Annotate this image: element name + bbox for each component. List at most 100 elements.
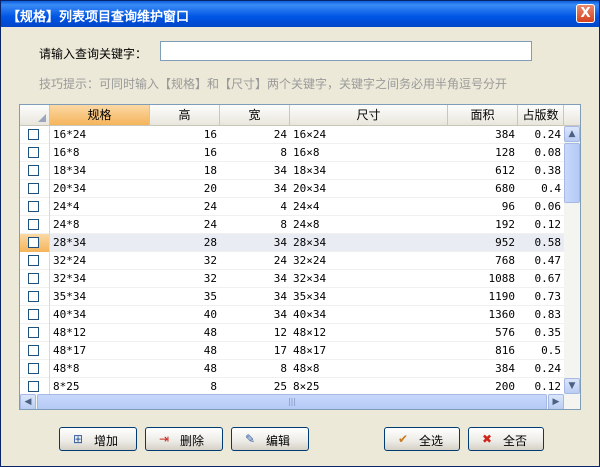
cell-height: 48 xyxy=(203,344,217,357)
cell-size: 24×4 xyxy=(293,200,320,213)
delete-button[interactable]: ⇥ 删除 xyxy=(145,427,223,451)
row-checkbox[interactable] xyxy=(28,309,39,320)
delete-row-icon: ⇥ xyxy=(158,432,170,446)
cell-height: 40 xyxy=(203,308,217,321)
row-checkbox[interactable] xyxy=(28,345,39,356)
scroll-right-icon[interactable]: ▶ xyxy=(548,394,564,409)
row-indicator[interactable] xyxy=(20,234,50,252)
cell-size: 8×25 xyxy=(293,380,320,393)
cell-spec: 24*8 xyxy=(53,218,80,231)
data-grid[interactable]: 规格 高 宽 尺寸 面积 占版数 16*24 16 24 16×24 384 0.24 16… xyxy=(19,104,581,410)
row-indicator[interactable] xyxy=(20,144,50,162)
row-checkbox[interactable] xyxy=(28,327,39,338)
scroll-up-icon[interactable]: ▲ xyxy=(564,126,580,142)
cell-ratio: 0.73 xyxy=(534,290,562,303)
table-row[interactable]: 16*24 16 24 16×24 384 0.24 xyxy=(20,126,564,144)
cell-area: 952 xyxy=(495,236,515,249)
cell-ratio: 0.83 xyxy=(534,308,562,321)
row-checkbox[interactable] xyxy=(28,183,39,194)
row-indicator[interactable] xyxy=(20,324,50,342)
row-indicator[interactable] xyxy=(20,216,50,234)
close-button[interactable]: X xyxy=(576,4,595,23)
row-indicator[interactable] xyxy=(20,306,50,324)
header-height[interactable]: 高 xyxy=(150,105,220,125)
cell-spec: 40*34 xyxy=(53,308,87,321)
header-ratio[interactable]: 占版数 xyxy=(518,105,564,125)
cell-width: 34 xyxy=(273,272,287,285)
header-width[interactable]: 宽 xyxy=(220,105,290,125)
row-checkbox[interactable] xyxy=(28,219,39,230)
horizontal-scrollbar[interactable]: ◀ ||| ▶ xyxy=(20,394,580,409)
row-checkbox[interactable] xyxy=(28,237,39,248)
row-checkbox[interactable] xyxy=(28,147,39,158)
main-window: 【规格】列表项目查询维护窗口 X 请输入查询关键字： 技巧提示：可同时输入【规格… xyxy=(0,0,600,467)
row-indicator[interactable] xyxy=(20,342,50,360)
scroll-left-icon[interactable]: ◀ xyxy=(20,394,36,409)
row-checkbox[interactable] xyxy=(28,363,39,374)
cell-height: 28 xyxy=(203,236,217,249)
select-all-button[interactable]: ✔ 全选 xyxy=(384,427,460,451)
vertical-scrollbar[interactable]: ▲ ▼ xyxy=(564,126,580,394)
cell-height: 48 xyxy=(203,362,217,375)
row-indicator[interactable] xyxy=(20,126,50,144)
grid-rows: 16*24 16 24 16×24 384 0.24 16*8 16 8 16×8 128 0.08 1… xyxy=(20,126,564,394)
row-indicator[interactable] xyxy=(20,378,50,394)
row-indicator[interactable] xyxy=(20,252,50,270)
title-bar[interactable]: 【规格】列表项目查询维护窗口 X xyxy=(1,1,599,27)
row-indicator[interactable] xyxy=(20,270,50,288)
table-row[interactable]: 18*34 18 34 18×34 612 0.38 xyxy=(20,162,564,180)
cell-spec: 48*17 xyxy=(53,344,87,357)
row-indicator[interactable] xyxy=(20,198,50,216)
table-row[interactable]: 48*17 48 17 48×17 816 0.5 xyxy=(20,342,564,360)
table-row[interactable]: 48*8 48 8 48×8 384 0.24 xyxy=(20,360,564,378)
table-row[interactable]: 32*34 32 34 32×34 1088 0.67 xyxy=(20,270,564,288)
table-row[interactable]: 48*12 48 12 48×12 576 0.35 xyxy=(20,324,564,342)
table-row[interactable]: 24*8 24 8 24×8 192 0.12 xyxy=(20,216,564,234)
cell-ratio: 0.4 xyxy=(541,182,561,195)
header-size[interactable]: 尺寸 xyxy=(290,105,448,125)
vertical-scroll-thumb[interactable] xyxy=(564,143,580,203)
row-indicator[interactable] xyxy=(20,360,50,378)
cell-area: 192 xyxy=(495,218,515,231)
row-checkbox[interactable] xyxy=(28,201,39,212)
row-indicator[interactable] xyxy=(20,180,50,198)
edit-button[interactable]: ✎ 编辑 xyxy=(231,427,309,451)
cell-size: 48×8 xyxy=(293,362,320,375)
cell-area: 384 xyxy=(495,362,515,375)
cell-height: 18 xyxy=(203,164,217,177)
cell-width: 8 xyxy=(280,362,287,375)
table-row[interactable]: 16*8 16 8 16×8 128 0.08 xyxy=(20,144,564,162)
search-input[interactable] xyxy=(160,41,532,61)
row-indicator[interactable] xyxy=(20,162,50,180)
cell-width: 34 xyxy=(273,290,287,303)
cell-size: 32×34 xyxy=(293,272,327,285)
add-button[interactable]: ⊞ 增加 xyxy=(59,427,137,451)
table-row[interactable]: 20*34 20 34 20×34 680 0.4 xyxy=(20,180,564,198)
table-row[interactable]: 32*24 32 24 32×24 768 0.47 xyxy=(20,252,564,270)
deselect-all-button[interactable]: ✖ 全否 xyxy=(468,427,544,451)
cell-spec: 48*8 xyxy=(53,362,80,375)
table-row[interactable]: 40*34 40 34 40×34 1360 0.83 xyxy=(20,306,564,324)
row-checkbox[interactable] xyxy=(28,165,39,176)
horizontal-scroll-thumb[interactable]: ||| xyxy=(37,394,547,409)
row-checkbox[interactable] xyxy=(28,381,39,392)
header-area[interactable]: 面积 xyxy=(448,105,518,125)
header-spec[interactable]: 规格 xyxy=(50,105,150,125)
row-checkbox[interactable] xyxy=(28,255,39,266)
cell-spec: 18*34 xyxy=(53,164,87,177)
row-indicator[interactable] xyxy=(20,288,50,306)
table-row[interactable]: 35*34 35 34 35×34 1190 0.73 xyxy=(20,288,564,306)
cell-width: 17 xyxy=(273,344,287,357)
select-all-corner[interactable] xyxy=(20,105,50,125)
table-row[interactable]: 8*25 8 25 8×25 200 0.12 xyxy=(20,378,564,394)
cell-spec: 35*34 xyxy=(53,290,87,303)
cell-ratio: 0.08 xyxy=(534,146,562,159)
row-checkbox[interactable] xyxy=(28,291,39,302)
table-row[interactable]: 28*34 28 34 28×34 952 0.58 xyxy=(20,234,564,252)
scroll-down-icon[interactable]: ▼ xyxy=(564,378,580,394)
cell-ratio: 0.47 xyxy=(534,254,562,267)
table-row[interactable]: 24*4 24 4 24×4 96 0.06 xyxy=(20,198,564,216)
row-checkbox[interactable] xyxy=(28,273,39,284)
check-icon: ✔ xyxy=(397,432,409,446)
row-checkbox[interactable] xyxy=(28,129,39,140)
